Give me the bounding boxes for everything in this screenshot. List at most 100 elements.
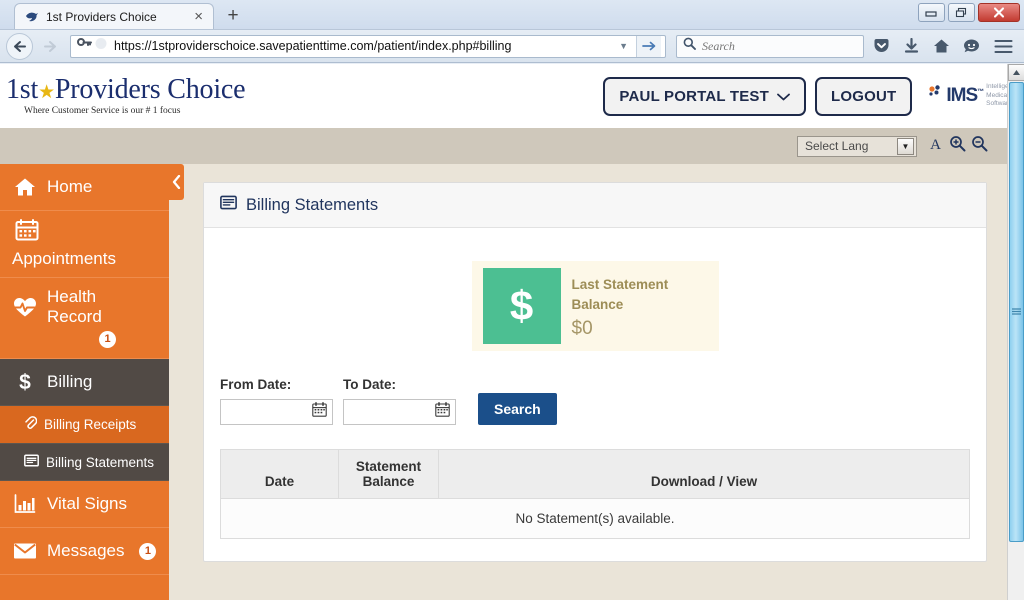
sidebar-item-billing[interactable]: $ Billing (0, 359, 169, 407)
search-button[interactable]: Search (478, 393, 557, 425)
reader-mode-icon[interactable] (94, 37, 108, 55)
search-icon (683, 37, 696, 55)
sidebar-badge-health-record: 1 (99, 331, 116, 349)
statement-icon (220, 195, 237, 215)
scrollbar-thumb[interactable] (1009, 82, 1024, 542)
browser-tab[interactable]: 1st Providers Choice × (14, 3, 214, 29)
user-menu-button[interactable]: PAUL PORTAL TEST (603, 76, 807, 116)
balance-value: $0 (571, 317, 593, 339)
sidebar-item-label: Health Record (47, 287, 102, 327)
browser-tab-title: 1st Providers Choice (46, 9, 157, 24)
sidebar-item-health-record[interactable]: Health Record 1 (0, 278, 169, 360)
ims-mark-text: IMS (946, 84, 978, 106)
column-header-date: Date (220, 449, 339, 499)
table-row-empty: No Statement(s) available. (220, 498, 970, 539)
panel-body: $ Last Statement Balance $0 From Date: T… (204, 228, 986, 561)
downloads-icon[interactable] (898, 38, 924, 54)
page-scrollbar[interactable] (1007, 64, 1024, 600)
window-close-icon[interactable] (978, 3, 1020, 22)
go-arrow-icon[interactable] (636, 35, 661, 57)
calendar-icon[interactable] (435, 402, 450, 422)
back-arrow-icon[interactable] (6, 32, 33, 60)
star-icon: ★ (38, 81, 55, 103)
scroll-grip-icon (1012, 303, 1021, 321)
restore-icon[interactable] (948, 3, 975, 22)
from-date-input[interactable] (220, 399, 333, 425)
zoom-out-icon[interactable] (971, 135, 988, 157)
tab-close-icon[interactable]: × (190, 9, 207, 24)
browser-search-box[interactable]: Search (676, 34, 864, 58)
empty-state-message: No Statement(s) available. (220, 498, 970, 539)
header-actions: PAUL PORTAL TEST LOGOUT IMS™ Intelligent (603, 76, 1014, 116)
bird-favicon (25, 10, 39, 24)
sidebar-item-appointments[interactable]: Appointments (0, 211, 169, 279)
logout-label: LOGOUT (831, 87, 897, 105)
url-bar[interactable]: https://1stproviderschoice.savepatientti… (70, 34, 666, 58)
ims-wordmark: IMS™ (946, 84, 984, 107)
new-tab-button[interactable]: + (220, 5, 246, 27)
sidebar-subitem-label: Billing Receipts (44, 417, 137, 433)
pocket-icon[interactable] (868, 38, 894, 54)
window-controls (918, 3, 1020, 22)
user-menu-label: PAUL PORTAL TEST (619, 87, 770, 105)
dropdown-arrow-icon[interactable]: ▼ (897, 137, 914, 155)
scroll-up-arrow-icon[interactable] (1008, 64, 1024, 81)
statements-table: Date Statement Balance Download / View N… (220, 449, 970, 539)
chat-icon[interactable] (958, 38, 984, 54)
browser-titlebar: 1st Providers Choice × + (0, 0, 1024, 30)
to-date-input[interactable] (343, 399, 456, 425)
language-toolbar: Select Lang ▼ A (0, 128, 1024, 164)
sidebar-item-vital-signs[interactable]: Vital Signs (0, 481, 169, 529)
main-content: Billing Statements $ Last Statement Bala… (169, 164, 1024, 600)
site-logo[interactable]: 1st★Providers Choice Where Customer Serv… (4, 73, 246, 117)
billing-statements-panel: Billing Statements $ Last Statement Bala… (203, 182, 987, 562)
statement-icon (24, 454, 39, 470)
hamburger-menu-icon[interactable] (988, 39, 1018, 54)
sidebar-subitem-billing-receipts[interactable]: Billing Receipts (0, 406, 169, 445)
last-statement-balance-card: $ Last Statement Balance $0 (471, 261, 719, 351)
page-title: Billing Statements (246, 195, 379, 214)
ims-logo: IMS™ Intelligent Medical Software (921, 83, 1014, 109)
page-body: Home Appointments Health Record 1 $ Bill… (0, 164, 1024, 600)
calendar-icon[interactable] (312, 402, 327, 422)
zoom-in-icon[interactable] (949, 135, 966, 157)
heart-pulse-icon (12, 297, 37, 318)
sidebar-item-label: Appointments (12, 249, 116, 269)
forward-arrow-icon (37, 33, 64, 60)
from-date-group: From Date: (220, 377, 333, 425)
from-date-label: From Date: (220, 377, 292, 392)
minimize-icon[interactable] (918, 3, 945, 22)
sidebar-item-messages[interactable]: Messages 1 (0, 528, 169, 576)
sidebar-item-label: Billing (47, 372, 93, 392)
column-header-statement-balance: Statement Balance (338, 449, 439, 499)
browser-navigation-bar: https://1stproviderschoice.savepatientti… (0, 30, 1024, 63)
font-size-icon[interactable]: A (927, 135, 944, 157)
paperclip-icon (24, 416, 38, 433)
column-header-download-view: Download / View (438, 449, 970, 499)
browser-window: 1st Providers Choice × + https://1stprov… (0, 0, 1024, 600)
sidebar-collapse-toggle[interactable] (169, 164, 184, 200)
chevron-down-icon (777, 88, 790, 105)
calendar-icon (12, 219, 161, 246)
sidebar-subitem-label: Billing Statements (46, 454, 155, 470)
sidebar-subitem-billing-statements[interactable]: Billing Statements (0, 444, 169, 482)
home-icon[interactable] (928, 38, 954, 54)
logout-button[interactable]: LOGOUT (815, 76, 913, 116)
sidebar-item-label: Messages (47, 541, 125, 561)
sidebar-item-home[interactable]: Home (0, 164, 169, 211)
chevron-down-icon[interactable]: ▼ (611, 41, 636, 51)
language-select[interactable]: Select Lang ▼ (797, 135, 917, 157)
statements-table-head: Date Statement Balance Download / View (220, 449, 970, 499)
sidebar-item-label: Vital Signs (47, 494, 128, 514)
to-date-label: To Date: (343, 377, 396, 392)
logo-main-text: Providers Choice (54, 73, 246, 105)
page-viewport: 1st★Providers Choice Where Customer Serv… (0, 64, 1024, 600)
key-icon[interactable] (77, 37, 92, 55)
bar-chart-icon (12, 494, 37, 514)
sidebar-item-label: Home (47, 176, 93, 196)
sidebar-badge-messages: 1 (139, 542, 157, 560)
to-date-group: To Date: (343, 377, 456, 425)
balance-label: Last Statement Balance (571, 277, 669, 313)
ims-trademark: ™ (977, 88, 984, 96)
svg-text:A: A (930, 137, 941, 152)
